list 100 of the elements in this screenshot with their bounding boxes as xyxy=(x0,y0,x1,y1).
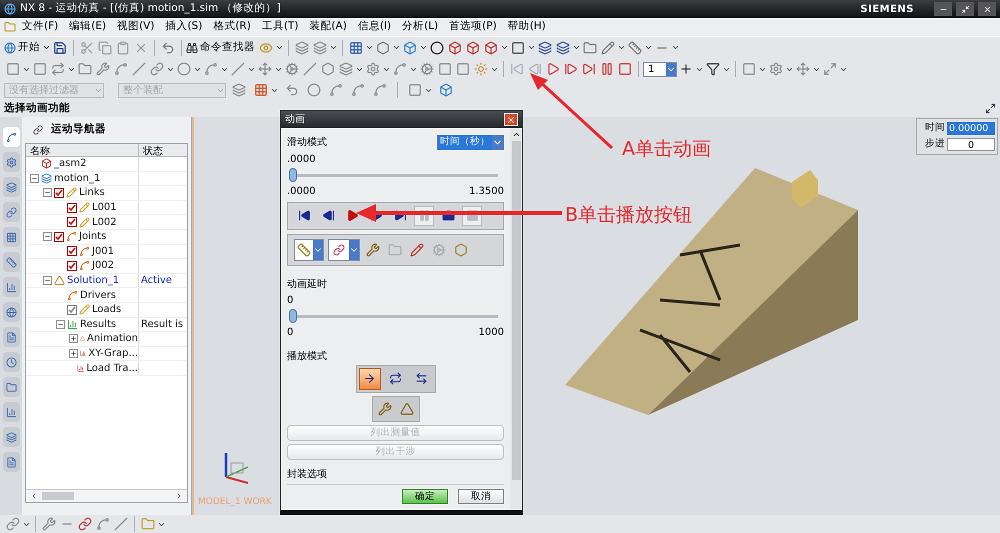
checkbox[interactable] xyxy=(67,217,77,228)
resource-tab[interactable] xyxy=(2,427,20,447)
tree-node-label[interactable]: XY-Grap... xyxy=(88,346,138,362)
binoculars-icon[interactable] xyxy=(186,42,198,54)
restore-button[interactable] xyxy=(956,2,974,16)
resource-tab[interactable] xyxy=(2,202,20,222)
curve-icon[interactable] xyxy=(351,83,365,97)
curve-icon[interactable] xyxy=(329,83,343,97)
resource-tab[interactable] xyxy=(2,252,20,272)
checkbox[interactable] xyxy=(67,202,77,213)
menu-item[interactable]: 文件(F) xyxy=(17,19,64,35)
caret-icon[interactable] xyxy=(617,43,626,52)
ok-button[interactable]: 确定 xyxy=(402,489,448,504)
resource-tab[interactable] xyxy=(2,402,20,422)
curve-icon[interactable] xyxy=(96,517,110,531)
menu-item[interactable]: 分析(L) xyxy=(397,19,444,35)
caret-icon[interactable] xyxy=(500,43,509,52)
menu-item[interactable]: 视图(V) xyxy=(112,19,160,35)
resource-tab[interactable] xyxy=(2,127,20,147)
filter-icon[interactable] xyxy=(706,62,720,76)
layers-icon[interactable] xyxy=(556,40,570,54)
checkbox[interactable] xyxy=(54,232,64,242)
tree-node-label[interactable]: J001 xyxy=(92,244,114,259)
tree-node-label[interactable]: _asm2 xyxy=(54,157,86,172)
frame-icon[interactable] xyxy=(511,40,525,54)
box-icon[interactable] xyxy=(448,40,462,54)
pause-icon[interactable] xyxy=(600,62,614,76)
caret-icon[interactable] xyxy=(42,43,51,52)
tree-node-label[interactable]: Joints xyxy=(79,229,106,244)
caret-icon[interactable] xyxy=(329,43,338,52)
grid-icon[interactable] xyxy=(254,83,268,97)
menu-item[interactable]: 信息(I) xyxy=(352,19,396,35)
checkbox[interactable] xyxy=(67,260,77,271)
step-field[interactable]: 0 xyxy=(947,138,995,151)
tree-node-label[interactable]: Animation xyxy=(87,331,138,346)
scroll-left-icon[interactable] xyxy=(30,492,38,500)
cut-icon[interactable] xyxy=(80,40,94,54)
grid-icon[interactable] xyxy=(349,40,363,54)
mode-button[interactable] xyxy=(358,368,380,390)
undo-icon[interactable] xyxy=(161,40,175,54)
caret-icon[interactable] xyxy=(392,43,401,52)
triangle-icon[interactable] xyxy=(400,402,414,416)
wrench-icon[interactable] xyxy=(42,517,56,531)
sphere-icon[interactable] xyxy=(430,40,444,54)
layers-icon[interactable] xyxy=(232,83,246,97)
scroll-right-icon[interactable] xyxy=(175,492,183,500)
start-menu[interactable]: 开始 xyxy=(16,38,42,56)
resource-tab[interactable] xyxy=(2,327,20,347)
menu-item[interactable]: 插入(S) xyxy=(160,19,208,35)
wrench-icon[interactable] xyxy=(96,62,110,76)
resource-tab[interactable] xyxy=(2,377,20,397)
pencil-icon[interactable] xyxy=(601,40,615,54)
save-icon[interactable] xyxy=(53,40,67,54)
paste-icon[interactable] xyxy=(116,40,130,54)
box-icon[interactable] xyxy=(466,40,480,54)
tree-node-label[interactable]: Solution_1 xyxy=(67,273,120,288)
tree-node-label[interactable]: Links xyxy=(79,185,105,200)
caret-icon[interactable] xyxy=(275,43,284,52)
tree-node-label[interactable]: motion_1 xyxy=(54,170,100,186)
menu-item[interactable]: 装配(A) xyxy=(304,19,352,35)
tree-node-label[interactable]: L001 xyxy=(92,200,117,216)
wrench-icon[interactable] xyxy=(378,402,392,416)
curve-icon[interactable] xyxy=(114,62,128,76)
caret-icon[interactable] xyxy=(527,43,536,52)
step-forward-icon[interactable] xyxy=(564,62,578,76)
caret-icon[interactable] xyxy=(572,43,581,52)
rod-icon[interactable] xyxy=(114,517,128,531)
pencil-icon[interactable] xyxy=(410,242,424,257)
menu-item[interactable]: 首选项(P) xyxy=(444,19,502,35)
resource-tab[interactable] xyxy=(2,227,20,247)
layers-icon[interactable] xyxy=(538,40,552,54)
square-icon[interactable] xyxy=(438,62,452,76)
resource-tab[interactable] xyxy=(2,277,20,297)
disc-icon[interactable] xyxy=(307,83,321,97)
curve-icon[interactable] xyxy=(373,83,387,97)
layers-icon[interactable] xyxy=(295,40,309,54)
ruler-icon[interactable] xyxy=(628,40,642,54)
resource-tab[interactable] xyxy=(2,352,20,372)
minimize-button[interactable] xyxy=(934,2,952,16)
command-finder-button[interactable]: 命令查找器 xyxy=(198,38,257,56)
caret-icon[interactable] xyxy=(671,43,680,52)
box-icon[interactable] xyxy=(484,40,498,54)
stop-icon[interactable] xyxy=(618,62,632,76)
caret-icon[interactable] xyxy=(365,43,374,52)
skip-forward-icon[interactable] xyxy=(582,62,596,76)
close-button[interactable] xyxy=(978,2,996,16)
menu-item[interactable]: 工具(T) xyxy=(256,19,304,35)
tree-node-label[interactable]: J002 xyxy=(92,258,114,274)
vertical-scrollbar[interactable] xyxy=(510,128,522,510)
scroll-up-icon[interactable] xyxy=(512,130,520,139)
menu-item[interactable]: 帮助(H) xyxy=(502,19,551,35)
undo-icon[interactable] xyxy=(285,83,299,97)
folder-icon[interactable] xyxy=(583,40,597,54)
tree-node-label[interactable]: Results xyxy=(80,316,116,332)
resource-tab[interactable] xyxy=(2,177,20,197)
close-button[interactable] xyxy=(504,113,518,126)
menu-icon[interactable] xyxy=(4,21,16,33)
caret-icon[interactable] xyxy=(644,43,653,52)
shape-icon[interactable] xyxy=(321,62,335,76)
time-field[interactable]: 0.00000 xyxy=(947,122,995,135)
